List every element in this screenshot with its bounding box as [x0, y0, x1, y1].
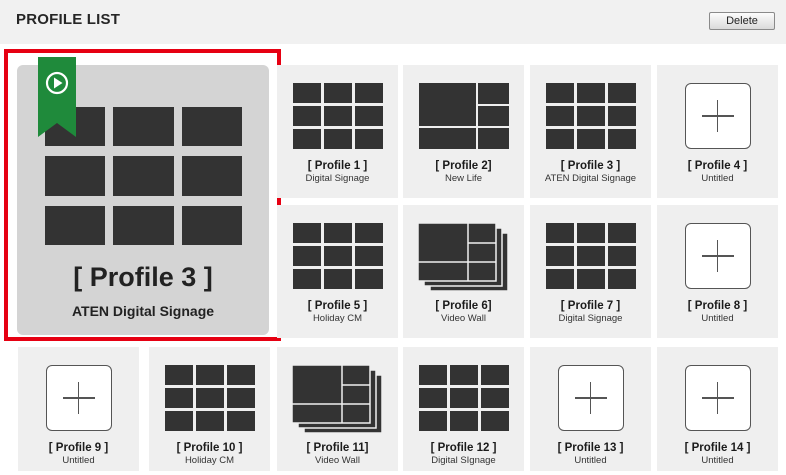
grid-layout-icon: [418, 365, 509, 431]
profile-name: [ Profile 3 ]: [560, 160, 621, 172]
profile-label: [ Profile 11] Video Wall: [277, 442, 398, 467]
profile-label: [ Profile 12 ] Digital SIgnage: [403, 442, 524, 467]
profile-card-11[interactable]: [ Profile 11] Video Wall: [277, 347, 398, 471]
profile-name: [ Profile 14 ]: [684, 442, 751, 454]
delete-button[interactable]: Delete: [709, 12, 775, 30]
grid-layout-icon: [545, 83, 636, 149]
split-layout-icon: [418, 83, 509, 149]
video-wall-icon: [417, 223, 509, 292]
profile-card-6[interactable]: [ Profile 6] Video Wall: [403, 205, 524, 338]
add-profile-icon: [684, 83, 751, 149]
featured-profile-card[interactable]: [ Profile 3 ] ATEN Digital Signage: [17, 57, 269, 335]
profile-card-9[interactable]: [ Profile 9 ] Untitled: [18, 347, 139, 471]
profile-subtitle: Holiday CM: [184, 455, 235, 466]
profile-subtitle: New Life: [445, 173, 482, 184]
profile-card-2[interactable]: [ Profile 2] New Life: [403, 65, 524, 198]
profile-subtitle: Video Wall: [315, 455, 360, 466]
profile-name: [ Profile 7 ]: [560, 300, 621, 312]
profile-subtitle: Untitled: [62, 455, 95, 466]
profile-name: [ Profile 9 ]: [48, 442, 109, 454]
profile-label: [ Profile 7 ] Digital Signage: [530, 300, 651, 325]
profile-name: [ Profile 6]: [435, 300, 492, 312]
profile-card-14[interactable]: [ Profile 14 ] Untitled: [657, 347, 778, 471]
add-profile-icon: [557, 365, 624, 431]
profile-label: [ Profile 1 ] Digital Signage: [277, 160, 398, 185]
add-profile-icon: [684, 223, 751, 289]
profile-label: [ Profile 13 ] Untitled: [530, 442, 651, 467]
profile-subtitle: Untitled: [701, 455, 734, 466]
profile-card-10[interactable]: [ Profile 10 ] Holiday CM: [149, 347, 270, 471]
profile-card-7[interactable]: [ Profile 7 ] Digital Signage: [530, 205, 651, 338]
profile-card-13[interactable]: [ Profile 13 ] Untitled: [530, 347, 651, 471]
profile-subtitle: Digital Signage: [305, 173, 370, 184]
profile-label: [ Profile 5 ] Holiday CM: [277, 300, 398, 325]
profile-subtitle: Untitled: [701, 313, 734, 324]
add-profile-icon: [45, 365, 112, 431]
profile-label: [ Profile 10 ] Holiday CM: [149, 442, 270, 467]
header-bar: PROFILE LIST Delete: [0, 0, 786, 44]
featured-profile-subtitle: ATEN Digital Signage: [71, 303, 215, 319]
profile-name: [ Profile 11]: [306, 442, 369, 454]
profile-name: [ Profile 4 ]: [687, 160, 748, 172]
profile-subtitle: Digital Signage: [558, 313, 623, 324]
profile-subtitle: Untitled: [701, 173, 734, 184]
video-wall-icon: [291, 365, 383, 434]
profile-subtitle: Untitled: [574, 455, 607, 466]
profile-name: [ Profile 1 ]: [307, 160, 368, 172]
grid-layout-icon: [292, 83, 383, 149]
profile-card-12[interactable]: [ Profile 12 ] Digital SIgnage: [403, 347, 524, 471]
profile-card-8[interactable]: [ Profile 8 ] Untitled: [657, 205, 778, 338]
profile-label: [ Profile 4 ] Untitled: [657, 160, 778, 185]
featured-profile-name: [ Profile 3 ]: [73, 262, 213, 292]
profile-card-1[interactable]: [ Profile 1 ] Digital Signage: [277, 65, 398, 198]
profile-card-3[interactable]: [ Profile 3 ] ATEN Digital Signage: [530, 65, 651, 198]
profile-label: [ Profile 2] New Life: [403, 160, 524, 185]
profile-card-5[interactable]: [ Profile 5 ] Holiday CM: [277, 205, 398, 338]
grid-layout-icon: [292, 223, 383, 289]
profile-label: [ Profile 9 ] Untitled: [18, 442, 139, 467]
profile-subtitle: ATEN Digital Signage: [544, 173, 637, 184]
page-title: PROFILE LIST: [16, 11, 121, 28]
profile-subtitle: Holiday CM: [312, 313, 363, 324]
profile-name: [ Profile 5 ]: [307, 300, 368, 312]
profile-subtitle: Video Wall: [441, 313, 486, 324]
profile-name: [ Profile 10 ]: [176, 442, 243, 454]
profile-subtitle: Digital SIgnage: [431, 455, 496, 466]
profile-label: [ Profile 3 ] ATEN Digital Signage: [530, 160, 651, 185]
profile-card-4[interactable]: [ Profile 4 ] Untitled: [657, 65, 778, 198]
profile-name: [ Profile 13 ]: [557, 442, 624, 454]
profile-label: [ Profile 14 ] Untitled: [657, 442, 778, 467]
grid-layout-icon: [164, 365, 255, 431]
grid-layout-icon: [545, 223, 636, 289]
profile-label: [ Profile 6] Video Wall: [403, 300, 524, 325]
profile-name: [ Profile 8 ]: [687, 300, 748, 312]
now-playing-bookmark-icon: [38, 57, 76, 137]
profile-label: [ Profile 8 ] Untitled: [657, 300, 778, 325]
profile-name: [ Profile 2]: [435, 160, 492, 172]
profile-name: [ Profile 12 ]: [430, 442, 497, 454]
add-profile-icon: [684, 365, 751, 431]
